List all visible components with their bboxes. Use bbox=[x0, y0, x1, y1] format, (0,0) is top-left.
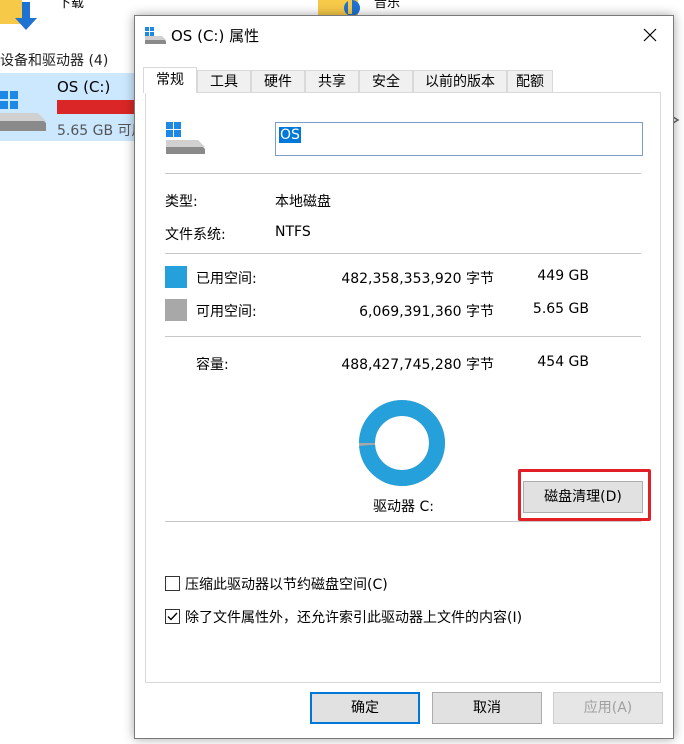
tab-sharing[interactable]: 共享 bbox=[305, 70, 359, 92]
checkmark-icon bbox=[167, 612, 178, 621]
capacity-bytes: 488,427,745,280 字节 bbox=[341, 357, 494, 373]
apply-button[interactable]: 应用(A) bbox=[553, 692, 663, 724]
filesystem-value: NTFS bbox=[275, 224, 311, 240]
close-button[interactable] bbox=[627, 16, 673, 54]
usage-donut-chart bbox=[359, 400, 445, 486]
drive-c-icon bbox=[0, 87, 48, 133]
devices-section-header[interactable]: 设备和驱动器 (4) bbox=[0, 50, 108, 70]
drive-c-usage-bar bbox=[57, 100, 140, 114]
capacity-label: 容量: bbox=[196, 357, 229, 373]
compress-checkbox[interactable] bbox=[165, 576, 180, 591]
donut-used-segment bbox=[359, 400, 445, 486]
tab-quota[interactable]: 配额 bbox=[507, 70, 553, 92]
used-space-bytes: 482,358,353,920 字节 bbox=[341, 271, 494, 287]
downloads-folder-icon[interactable] bbox=[0, 0, 44, 30]
capacity-size: 454 GB bbox=[537, 354, 589, 370]
drive-letter-label: 驱动器 C: bbox=[373, 499, 434, 515]
tab-security[interactable]: 安全 bbox=[359, 70, 413, 92]
drive-icon bbox=[145, 26, 167, 44]
music-folder-label: 音乐 bbox=[374, 0, 401, 11]
tab-hardware[interactable]: 硬件 bbox=[251, 70, 305, 92]
drive-c-name: OS (C:) bbox=[57, 78, 111, 96]
divider bbox=[165, 521, 641, 522]
type-label: 类型: bbox=[165, 194, 198, 210]
index-checkbox[interactable] bbox=[165, 609, 180, 624]
free-space-label: 可用空间: bbox=[196, 304, 257, 320]
drive-c-free-text: 5.65 GB 可用 bbox=[57, 123, 146, 139]
general-tab-panel: OS 类型: 本地磁盘 文件系统: NTFS 已用空间: 482,358,353… bbox=[145, 92, 661, 683]
cancel-button[interactable]: 取消 bbox=[432, 692, 542, 724]
tab-tools[interactable]: 工具 bbox=[197, 70, 251, 92]
free-space-size: 5.65 GB bbox=[532, 301, 589, 317]
divider bbox=[165, 253, 641, 254]
type-value: 本地磁盘 bbox=[275, 194, 331, 210]
tab-previous-versions[interactable]: 以前的版本 bbox=[413, 70, 507, 92]
drive-name-value: OS bbox=[279, 127, 301, 143]
compress-label[interactable]: 压缩此驱动器以节约磁盘空间(C) bbox=[185, 574, 388, 594]
drive-name-input[interactable]: OS bbox=[275, 122, 643, 156]
close-icon bbox=[643, 28, 657, 42]
divider bbox=[165, 336, 641, 337]
dialog-title: OS (C:) 属性 bbox=[171, 27, 260, 45]
used-space-size: 449 GB bbox=[537, 268, 589, 284]
title-bar[interactable]: OS (C:) 属性 bbox=[135, 16, 673, 54]
drive-large-icon bbox=[166, 122, 206, 154]
index-label[interactable]: 除了文件属性外，还允许索引此驱动器上文件的内容(I) bbox=[185, 607, 522, 627]
properties-dialog: OS (C:) 属性 常规 工具 硬件 共享 安全 以前的版本 配额 OS 类型… bbox=[134, 15, 674, 739]
filesystem-label: 文件系统: bbox=[165, 227, 226, 243]
free-space-swatch bbox=[165, 299, 187, 321]
downloads-folder-label: 下载 bbox=[58, 0, 85, 11]
used-space-swatch bbox=[165, 266, 187, 288]
tab-general[interactable]: 常规 bbox=[143, 67, 197, 93]
ok-button[interactable]: 确定 bbox=[310, 692, 420, 724]
free-space-bytes: 6,069,391,360 字节 bbox=[359, 304, 494, 320]
divider bbox=[165, 173, 641, 174]
used-space-label: 已用空间: bbox=[196, 271, 257, 287]
cleanup-highlight-box bbox=[518, 469, 651, 521]
